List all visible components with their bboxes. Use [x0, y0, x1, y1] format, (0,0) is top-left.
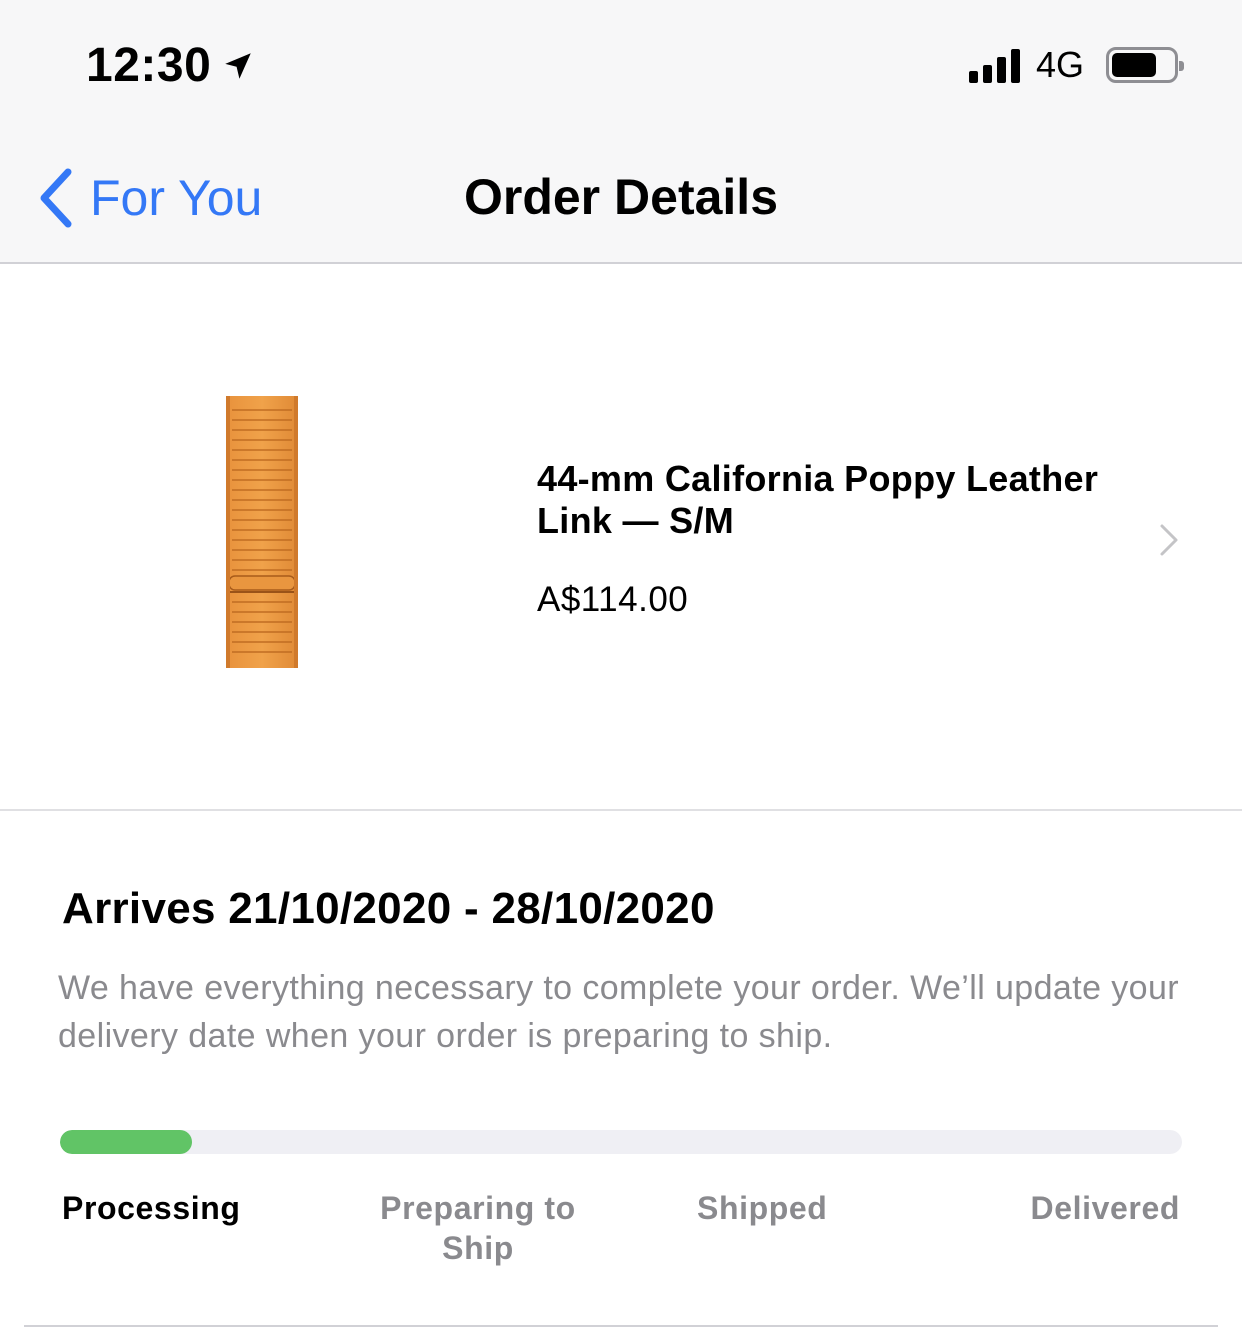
network-type: 4G	[1035, 44, 1084, 85]
arrival-date: Arrives 21/10/2020 - 28/10/2020	[62, 884, 715, 933]
order-details-screen: 12:30 4G For You Order Details 44-mm Cal…	[0, 0, 1242, 1327]
step-processing: Processing	[62, 1190, 241, 1226]
product-name: 44-mm California Poppy Leather Link — S/…	[537, 458, 1099, 541]
step-delivered: Delivered	[1030, 1190, 1180, 1226]
product-row[interactable]: 44-mm California Poppy Leather Link — S/…	[0, 266, 1242, 811]
status-time: 12:30	[86, 38, 255, 93]
status-time-label: 12:30	[86, 39, 212, 92]
product-price: A$114.00	[537, 580, 689, 619]
status-indicators: 4G	[968, 44, 1184, 86]
delivery-description: We have everything necessary to complete…	[58, 969, 1179, 1055]
order-progress-track	[60, 1130, 1182, 1154]
cellular-signal-icon	[968, 47, 1020, 83]
location-arrow-icon	[225, 52, 252, 79]
order-progress-bar	[60, 1130, 193, 1154]
battery-icon	[1106, 47, 1184, 83]
step-preparing-to-ship: Preparing to Ship	[380, 1190, 576, 1266]
leather-link-strap-image	[226, 396, 298, 668]
page-title: Order Details	[463, 169, 778, 225]
step-shipped: Shipped	[697, 1190, 828, 1226]
top-bar: 12:30 4G For You Order Details	[0, 0, 1242, 264]
chevron-right-icon	[1160, 524, 1178, 556]
